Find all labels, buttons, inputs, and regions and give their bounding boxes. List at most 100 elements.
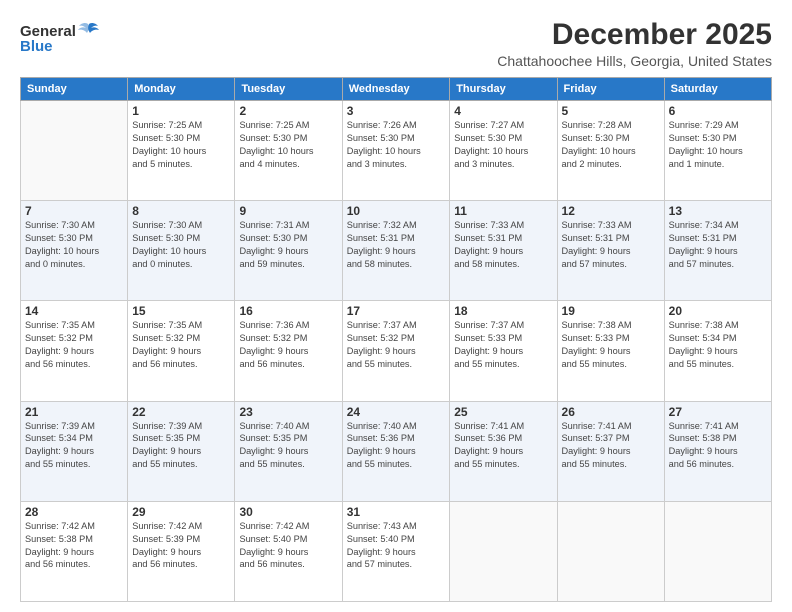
weekday-header-sunday: Sunday [21,78,128,101]
calendar-cell: 13Sunrise: 7:34 AM Sunset: 5:31 PM Dayli… [664,201,771,301]
day-info: Sunrise: 7:36 AM Sunset: 5:32 PM Dayligh… [239,319,337,371]
calendar-cell: 2Sunrise: 7:25 AM Sunset: 5:30 PM Daylig… [235,101,342,201]
location-title: Chattahoochee Hills, Georgia, United Sta… [497,53,772,69]
calendar-table: SundayMondayTuesdayWednesdayThursdayFrid… [20,77,772,602]
calendar-cell [557,501,664,601]
day-info: Sunrise: 7:26 AM Sunset: 5:30 PM Dayligh… [347,119,446,171]
weekday-header-saturday: Saturday [664,78,771,101]
weekday-header-monday: Monday [128,78,235,101]
day-number: 31 [347,505,446,519]
calendar-cell: 7Sunrise: 7:30 AM Sunset: 5:30 PM Daylig… [21,201,128,301]
day-info: Sunrise: 7:30 AM Sunset: 5:30 PM Dayligh… [132,219,230,271]
calendar-cell: 20Sunrise: 7:38 AM Sunset: 5:34 PM Dayli… [664,301,771,401]
day-info: Sunrise: 7:43 AM Sunset: 5:40 PM Dayligh… [347,520,446,572]
day-number: 15 [132,304,230,318]
calendar-cell: 5Sunrise: 7:28 AM Sunset: 5:30 PM Daylig… [557,101,664,201]
day-info: Sunrise: 7:35 AM Sunset: 5:32 PM Dayligh… [132,319,230,371]
header: General Blue December 2025 Chattahoochee… [20,18,772,69]
month-title: December 2025 [497,18,772,51]
day-info: Sunrise: 7:40 AM Sunset: 5:36 PM Dayligh… [347,420,446,472]
day-number: 10 [347,204,446,218]
calendar-cell: 15Sunrise: 7:35 AM Sunset: 5:32 PM Dayli… [128,301,235,401]
calendar-cell: 25Sunrise: 7:41 AM Sunset: 5:36 PM Dayli… [450,401,557,501]
weekday-header-wednesday: Wednesday [342,78,450,101]
day-info: Sunrise: 7:41 AM Sunset: 5:38 PM Dayligh… [669,420,767,472]
calendar-cell [450,501,557,601]
day-number: 19 [562,304,660,318]
day-info: Sunrise: 7:33 AM Sunset: 5:31 PM Dayligh… [562,219,660,271]
calendar-cell: 29Sunrise: 7:42 AM Sunset: 5:39 PM Dayli… [128,501,235,601]
day-number: 12 [562,204,660,218]
day-number: 4 [454,104,552,118]
day-info: Sunrise: 7:27 AM Sunset: 5:30 PM Dayligh… [454,119,552,171]
calendar-cell: 16Sunrise: 7:36 AM Sunset: 5:32 PM Dayli… [235,301,342,401]
weekday-header-row: SundayMondayTuesdayWednesdayThursdayFrid… [21,78,772,101]
day-info: Sunrise: 7:38 AM Sunset: 5:34 PM Dayligh… [669,319,767,371]
day-number: 26 [562,405,660,419]
logo-blue-text: Blue [20,38,53,55]
calendar-cell [21,101,128,201]
day-info: Sunrise: 7:31 AM Sunset: 5:30 PM Dayligh… [239,219,337,271]
calendar-cell: 3Sunrise: 7:26 AM Sunset: 5:30 PM Daylig… [342,101,450,201]
day-info: Sunrise: 7:25 AM Sunset: 5:30 PM Dayligh… [239,119,337,171]
week-row-1: 1 Sunrise: 7:25 AM Sunset: 5:30 PM Daylig… [21,101,772,201]
calendar-cell: 11Sunrise: 7:33 AM Sunset: 5:31 PM Dayli… [450,201,557,301]
logo: General Blue [20,22,100,55]
calendar-cell: 27Sunrise: 7:41 AM Sunset: 5:38 PM Dayli… [664,401,771,501]
calendar-cell: 30Sunrise: 7:42 AM Sunset: 5:40 PM Dayli… [235,501,342,601]
calendar-cell: 19Sunrise: 7:38 AM Sunset: 5:33 PM Dayli… [557,301,664,401]
day-number: 29 [132,505,230,519]
calendar-cell: 22Sunrise: 7:39 AM Sunset: 5:35 PM Dayli… [128,401,235,501]
day-number: 17 [347,304,446,318]
day-info: Sunrise: 7:35 AM Sunset: 5:32 PM Dayligh… [25,319,123,371]
day-number: 14 [25,304,123,318]
calendar-cell: 26Sunrise: 7:41 AM Sunset: 5:37 PM Dayli… [557,401,664,501]
day-info: Sunrise: 7:42 AM Sunset: 5:38 PM Dayligh… [25,520,123,572]
day-info: Sunrise: 7:39 AM Sunset: 5:35 PM Dayligh… [132,420,230,472]
calendar-cell: 31Sunrise: 7:43 AM Sunset: 5:40 PM Dayli… [342,501,450,601]
day-number: 5 [562,104,660,118]
week-row-2: 7Sunrise: 7:30 AM Sunset: 5:30 PM Daylig… [21,201,772,301]
page: General Blue December 2025 Chattahoochee… [0,0,792,612]
day-number: 22 [132,405,230,419]
day-info: Sunrise: 7:33 AM Sunset: 5:31 PM Dayligh… [454,219,552,271]
day-info: Sunrise: 7:28 AM Sunset: 5:30 PM Dayligh… [562,119,660,171]
day-number: 13 [669,204,767,218]
calendar-cell: 6Sunrise: 7:29 AM Sunset: 5:30 PM Daylig… [664,101,771,201]
logo-bird-icon [78,22,100,40]
calendar-cell [664,501,771,601]
day-number: 7 [25,204,123,218]
calendar-cell: 24Sunrise: 7:40 AM Sunset: 5:36 PM Dayli… [342,401,450,501]
week-row-3: 14Sunrise: 7:35 AM Sunset: 5:32 PM Dayli… [21,301,772,401]
day-info: Sunrise: 7:38 AM Sunset: 5:33 PM Dayligh… [562,319,660,371]
weekday-header-friday: Friday [557,78,664,101]
day-info: Sunrise: 7:37 AM Sunset: 5:32 PM Dayligh… [347,319,446,371]
day-number: 11 [454,204,552,218]
day-info: Sunrise: 7:37 AM Sunset: 5:33 PM Dayligh… [454,319,552,371]
day-info: Sunrise: 7:42 AM Sunset: 5:40 PM Dayligh… [239,520,337,572]
day-info: Sunrise: 7:29 AM Sunset: 5:30 PM Dayligh… [669,119,767,171]
title-area: December 2025 Chattahoochee Hills, Georg… [497,18,772,69]
calendar-cell: 12Sunrise: 7:33 AM Sunset: 5:31 PM Dayli… [557,201,664,301]
day-number: 2 [239,104,337,118]
day-info: Sunrise: 7:34 AM Sunset: 5:31 PM Dayligh… [669,219,767,271]
day-number: 27 [669,405,767,419]
day-info: Sunrise: 7:42 AM Sunset: 5:39 PM Dayligh… [132,520,230,572]
day-info: Sunrise: 7:32 AM Sunset: 5:31 PM Dayligh… [347,219,446,271]
day-number: 30 [239,505,337,519]
day-number: 18 [454,304,552,318]
day-info: Sunrise: 7:39 AM Sunset: 5:34 PM Dayligh… [25,420,123,472]
calendar-cell: 4Sunrise: 7:27 AM Sunset: 5:30 PM Daylig… [450,101,557,201]
day-number: 23 [239,405,337,419]
weekday-header-thursday: Thursday [450,78,557,101]
day-info: Sunrise: 7:41 AM Sunset: 5:37 PM Dayligh… [562,420,660,472]
day-number: 21 [25,405,123,419]
day-info: Sunrise: 7:30 AM Sunset: 5:30 PM Dayligh… [25,219,123,271]
calendar-cell: 9Sunrise: 7:31 AM Sunset: 5:30 PM Daylig… [235,201,342,301]
week-row-4: 21Sunrise: 7:39 AM Sunset: 5:34 PM Dayli… [21,401,772,501]
calendar-cell: 1Sunrise: 7:25 AM Sunset: 5:30 PM Daylig… [128,101,235,201]
logo-general-text: General [20,23,76,40]
day-number: 3 [347,104,446,118]
day-number: 1 [132,104,230,118]
day-number: 16 [239,304,337,318]
